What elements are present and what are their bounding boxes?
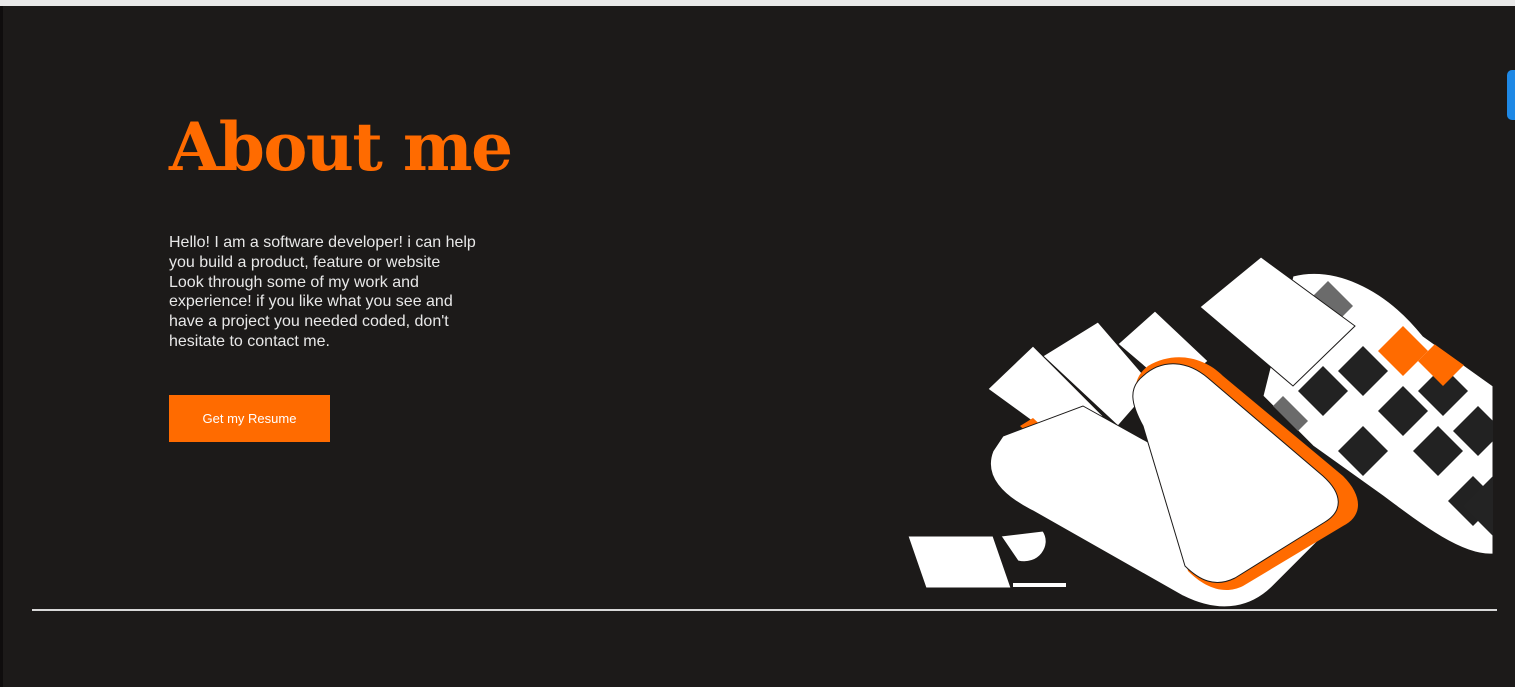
bio-line: Look through some of my work and xyxy=(169,273,419,291)
bio-line: Hello! I am a software developer! i can … xyxy=(169,234,476,251)
get-resume-button[interactable]: Get my Resume xyxy=(169,395,330,442)
bio-line: have a project you needed coded, don't xyxy=(169,313,449,331)
side-feedback-tab[interactable] xyxy=(1507,70,1515,120)
abstract-3d-letters-illustration xyxy=(907,256,1494,608)
about-section: About me Hello! I am a software develope… xyxy=(3,6,1515,687)
bio-line: you build a product, feature or website xyxy=(169,253,441,271)
bio-line: experience! if you like what you see and xyxy=(169,293,453,311)
about-title: About me xyxy=(169,108,513,186)
about-bio: Hello! I am a software developer! i can … xyxy=(169,233,499,352)
bio-line: hesitate to contact me. xyxy=(169,332,330,350)
section-divider xyxy=(32,609,1497,611)
